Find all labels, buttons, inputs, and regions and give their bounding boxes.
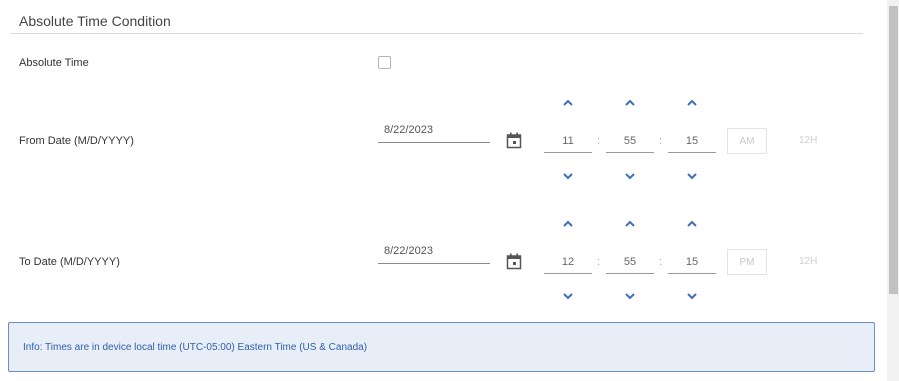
from-hour-down-chevron-icon[interactable] [561,171,575,181]
to-minute-down-chevron-icon[interactable] [623,291,637,301]
absolute-time-condition-panel: Absolute Time Condition Absolute Time Fr… [0,0,899,381]
from-minute-input[interactable]: 55 [606,131,654,153]
to-hour-down-chevron-icon[interactable] [561,291,575,301]
to-second-up-chevron-icon[interactable] [685,218,699,228]
title-divider [10,33,863,34]
info-text: Info: Times are in device local time (UT… [23,342,368,353]
from-minute-down-chevron-icon[interactable] [623,171,637,181]
from-date-label: From Date (M/D/YYYY) [19,135,134,147]
to-second-down-chevron-icon[interactable] [685,291,699,301]
absolute-time-label: Absolute Time [19,57,89,69]
from-second-input[interactable]: 15 [668,131,716,153]
from-hour-input[interactable]: 11 [544,131,592,153]
from-hour-up-chevron-icon[interactable] [561,97,575,107]
to-date-input[interactable]: 8/22/2023 [378,242,490,264]
to-minute-up-chevron-icon[interactable] [623,218,637,228]
to-12h-format-label: 12H [799,256,818,267]
from-minute-up-chevron-icon[interactable] [623,97,637,107]
from-ms-separator: : [659,135,663,147]
to-hm-separator: : [597,256,601,268]
from-hm-separator: : [597,135,601,147]
to-hour-up-chevron-icon[interactable] [561,218,575,228]
info-banner: Info: Times are in device local time (UT… [8,322,875,372]
absolute-time-checkbox[interactable] [378,56,391,69]
scrollbar-thumb[interactable] [889,6,898,294]
to-date-label: To Date (M/D/YYYY) [19,256,120,268]
to-second-input[interactable]: 15 [668,252,716,274]
to-hour-input[interactable]: 12 [544,252,592,274]
to-calendar-icon[interactable] [506,253,522,270]
to-minute-input[interactable]: 55 [606,252,654,274]
from-calendar-icon[interactable] [506,132,522,149]
from-12h-format-label: 12H [799,135,818,146]
to-ms-separator: : [659,256,663,268]
from-second-down-chevron-icon[interactable] [685,171,699,181]
to-ampm-toggle[interactable]: PM [727,249,767,275]
from-date-input[interactable]: 8/22/2023 [378,121,490,143]
from-second-up-chevron-icon[interactable] [685,97,699,107]
from-ampm-toggle[interactable]: AM [727,128,767,154]
section-title: Absolute Time Condition [19,13,171,29]
